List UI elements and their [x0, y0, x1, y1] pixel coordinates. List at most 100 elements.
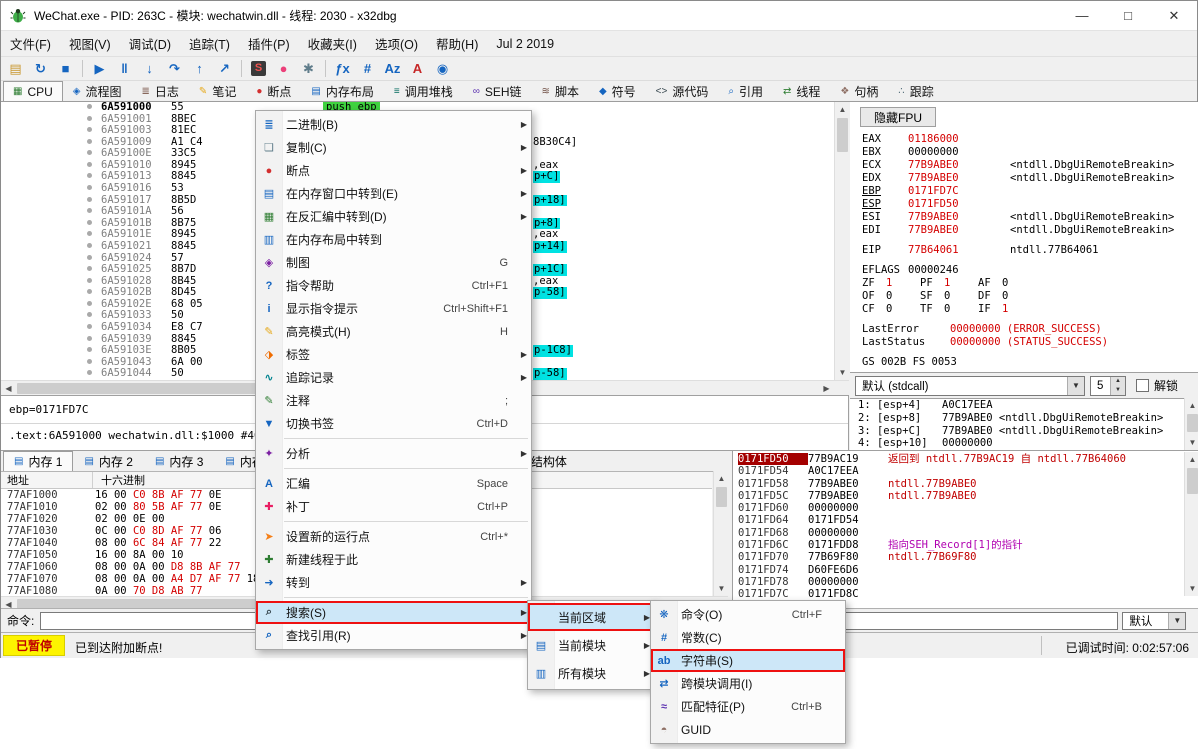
- tab-symbols[interactable]: ◆符号: [589, 81, 646, 101]
- tab-memory-2[interactable]: ▤内存 2: [73, 451, 143, 471]
- tab-handles[interactable]: ❖句柄: [830, 81, 888, 101]
- spin-down-icon[interactable]: ▼: [1111, 386, 1125, 395]
- stack-row[interactable]: 0171FD6000000000: [733, 502, 1198, 514]
- scroll-up-icon[interactable]: ▲: [1185, 398, 1198, 413]
- breakpoint-dot[interactable]: [87, 278, 92, 283]
- tab-seh[interactable]: ∞SEH链: [463, 81, 532, 101]
- menu-item[interactable]: ▤ 在内存窗口中转到(E) ▶: [256, 182, 531, 205]
- breakpoint-dot[interactable]: [87, 127, 92, 132]
- last-error-row[interactable]: LastError00000000 (ERROR_SUCCESS): [850, 323, 1198, 336]
- command-preset-select[interactable]: 默认 ▼: [1122, 612, 1186, 630]
- tab-log[interactable]: ≣日志: [132, 81, 189, 101]
- breakpoint-dot[interactable]: [87, 312, 92, 317]
- stack-row[interactable]: 0171FD5C77B9ABE0ntdll.77B9ABE0: [733, 490, 1198, 502]
- pause-button[interactable]: ‖: [113, 58, 136, 79]
- menu-item[interactable]: ➤ 设置新的运行点 Ctrl+*: [256, 525, 531, 548]
- execute-till-return-button[interactable]: ↑: [188, 58, 211, 79]
- tab-source[interactable]: <>源代码: [646, 81, 719, 101]
- stack-row[interactable]: 0171FD5077B9AC19返回到 ntdll.77B9AC19 自 ntd…: [733, 453, 1198, 465]
- menu-item[interactable]: [256, 435, 531, 442]
- tab-call-stack[interactable]: ≡调用堆栈: [384, 81, 463, 101]
- breakpoint-dot[interactable]: [87, 231, 92, 236]
- tab-threads[interactable]: ⇄线程: [773, 81, 830, 101]
- menu-item[interactable]: ? 指令帮助 Ctrl+F1: [256, 274, 531, 297]
- tab-trace[interactable]: ∴跟踪: [888, 81, 943, 101]
- patch-button[interactable]: ●: [272, 58, 295, 79]
- unlock-checkbox[interactable]: 解锁: [1136, 377, 1178, 394]
- minimize-button[interactable]: —: [1059, 1, 1105, 31]
- calling-convention-select[interactable]: 默认 (stdcall) ▼: [855, 376, 1085, 396]
- scroll-down-icon[interactable]: ▼: [714, 581, 729, 596]
- help-button[interactable]: ◉: [431, 58, 454, 79]
- menu-item[interactable]: ▤ 当前模块 ▶: [528, 631, 654, 659]
- breakpoint-dot[interactable]: [87, 116, 92, 121]
- breakpoint-dot[interactable]: [87, 289, 92, 294]
- open-file-button[interactable]: ▤: [4, 58, 27, 79]
- register-row[interactable]: ECX77B9ABE0<ntdll.DbgUiRemoteBreakin>: [850, 159, 1198, 172]
- run-button[interactable]: ▶: [88, 58, 111, 79]
- scroll-thumb[interactable]: [1187, 414, 1198, 432]
- menu-item[interactable]: [256, 518, 531, 525]
- scroll-up-icon[interactable]: ▲: [1185, 452, 1198, 467]
- tab-memory-1[interactable]: ▤内存 1: [3, 451, 73, 471]
- register-row[interactable]: EBP0171FD7C: [850, 185, 1198, 198]
- scroll-up-icon[interactable]: ▲: [835, 102, 850, 117]
- menu-item[interactable]: [256, 465, 531, 472]
- menu-item[interactable]: ≈ 匹配特征(P) Ctrl+B: [651, 695, 845, 718]
- stack-row[interactable]: 0171FD6800000000: [733, 527, 1198, 539]
- breakpoint-dot[interactable]: [87, 324, 92, 329]
- scroll-thumb[interactable]: [1187, 468, 1198, 494]
- register-row[interactable]: ESP0171FD50: [850, 198, 1198, 211]
- stack-row[interactable]: 0171FD74D60FE6D6: [733, 564, 1198, 576]
- breakpoint-dot[interactable]: [87, 336, 92, 341]
- scylla-button[interactable]: S: [247, 58, 270, 79]
- tab-graph[interactable]: ◈流程图: [63, 81, 132, 101]
- scroll-down-icon[interactable]: ▼: [835, 365, 850, 380]
- breakpoint-dot[interactable]: [87, 197, 92, 202]
- breakpoint-dot[interactable]: [87, 185, 92, 190]
- menu-item[interactable]: ab 字符串(S): [651, 649, 845, 672]
- breakpoint-dot[interactable]: [87, 359, 92, 364]
- flags-row[interactable]: OF0SF0DF0: [850, 290, 1198, 303]
- calculator-button[interactable]: ƒx: [331, 58, 354, 79]
- menu-help[interactable]: 帮助(H): [427, 30, 487, 57]
- register-row[interactable]: EDI77B9ABE0<ntdll.DbgUiRemoteBreakin>: [850, 224, 1198, 237]
- ascii-strings-button[interactable]: Az: [381, 58, 404, 79]
- breakpoint-dot[interactable]: [87, 347, 92, 352]
- menu-item[interactable]: ◓ GUID: [651, 718, 845, 741]
- tab-breakpoints[interactable]: ●断点: [246, 81, 301, 101]
- menu-item[interactable]: ◈ 制图 G: [256, 251, 531, 274]
- menu-favourites[interactable]: 收藏夹(I): [299, 30, 366, 57]
- breakpoint-dot[interactable]: [87, 220, 92, 225]
- maximize-button[interactable]: □: [1105, 1, 1151, 31]
- menu-item[interactable]: ▦ 在反汇编中转到(D) ▶: [256, 205, 531, 228]
- menu-item[interactable]: ● 断点 ▶: [256, 159, 531, 182]
- breakpoint-dot[interactable]: [87, 255, 92, 260]
- argument-row[interactable]: 1: [esp+4]A0C17EEA: [850, 399, 1198, 412]
- register-row[interactable]: ESI77B9ABE0<ntdll.DbgUiRemoteBreakin>: [850, 211, 1198, 224]
- menu-item[interactable]: [256, 594, 531, 601]
- argument-row[interactable]: 2: [esp+8]77B9ABE0 <ntdll.DbgUiRemoteBre…: [850, 412, 1198, 425]
- tab-notes[interactable]: ✎笔记: [189, 81, 246, 101]
- menu-item[interactable]: ⬗ 标签 ▶: [256, 343, 531, 366]
- tab-references[interactable]: ⌕引用: [718, 81, 773, 101]
- segment-registers-row[interactable]: GS 002B FS 0053: [850, 356, 1198, 369]
- breakpoint-dot[interactable]: [87, 208, 92, 213]
- argument-row[interactable]: 4: [esp+10]00000000: [850, 437, 1198, 450]
- menu-item[interactable]: ⇄ 跨模块调用(I): [651, 672, 845, 695]
- scroll-thumb[interactable]: [716, 487, 727, 507]
- stack-vscrollbar[interactable]: ▲ ▼: [1184, 452, 1198, 596]
- scroll-down-icon[interactable]: ▼: [1185, 581, 1198, 596]
- spin-up-icon[interactable]: ▲: [1111, 377, 1125, 386]
- breakpoint-dot[interactable]: [87, 139, 92, 144]
- register-row[interactable]: EDX77B9ABE0<ntdll.DbgUiRemoteBreakin>: [850, 172, 1198, 185]
- stack-row[interactable]: 0171FD640171FD54: [733, 514, 1198, 526]
- stack-row[interactable]: 0171FD7C0171FD8C: [733, 588, 1198, 600]
- menu-item[interactable]: 当前区域 ▶: [528, 603, 654, 631]
- chevron-down-icon[interactable]: ▼: [1168, 613, 1185, 629]
- breakpoint-dot[interactable]: [87, 370, 92, 375]
- menu-options[interactable]: 选项(O): [366, 30, 427, 57]
- tab-memory-map[interactable]: ▤内存布局: [301, 81, 383, 101]
- menu-item[interactable]: ▥ 在内存布局中转到: [256, 228, 531, 251]
- unicode-strings-button[interactable]: A: [406, 58, 429, 79]
